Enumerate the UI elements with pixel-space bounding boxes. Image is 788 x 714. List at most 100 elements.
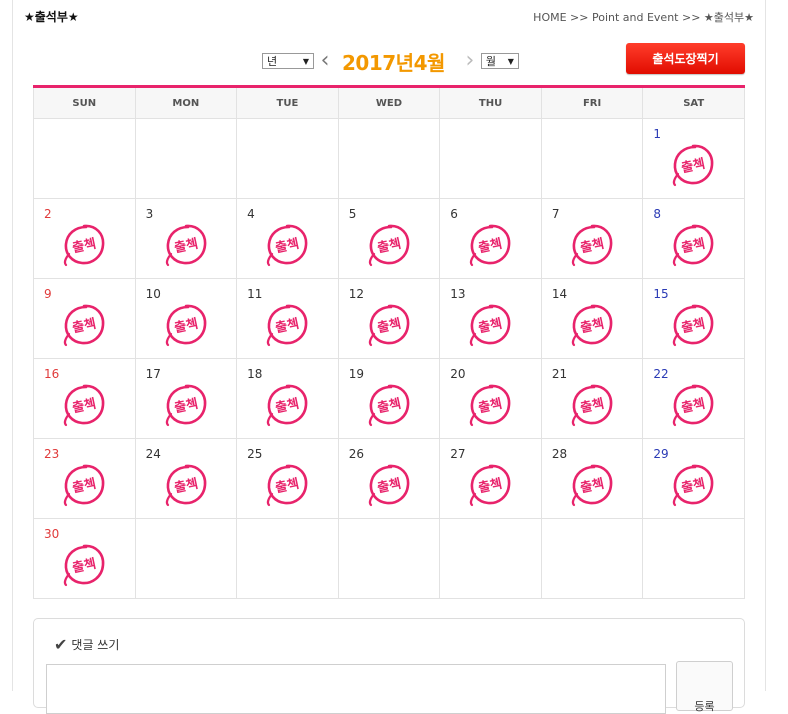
- attendance-stamp-icon: 출첵: [267, 464, 308, 507]
- calendar-empty-cell: [337, 118, 441, 199]
- attendance-stamp-icon: 출첵: [165, 384, 206, 427]
- calendar-day-cell[interactable]: 11 출첵: [236, 278, 339, 359]
- calendar-body: 1 출첵 2 출첵 3 출첵 4 출첵 5 출첵 6 출첵 7 출첵 8 출첵 9 출첵 10 출첵 11 출첵 12 출첵 1…: [33, 118, 745, 599]
- stamp-label: 출첵: [172, 236, 199, 257]
- day-number: 18: [247, 367, 263, 381]
- day-number: 27: [450, 447, 466, 461]
- day-number: 29: [653, 447, 669, 461]
- calendar-day-cell[interactable]: 6 출첵: [439, 198, 542, 279]
- attendance-stamp-icon: 출첵: [571, 464, 613, 507]
- calendar-empty-cell: [540, 118, 644, 199]
- attendance-stamp-icon: 출첵: [368, 224, 409, 267]
- calendar-day-cell[interactable]: 25 출첵: [236, 438, 339, 519]
- comment-panel: ✔ 댓글 쓰기 등록: [33, 618, 745, 714]
- calendar-day-cell[interactable]: 8 출첵: [642, 198, 745, 279]
- calendar-day-cell[interactable]: 23 출첵: [33, 438, 136, 519]
- chevron-right-icon[interactable]: ›: [459, 50, 481, 72]
- calendar-day-cell[interactable]: 26 출첵: [337, 438, 441, 519]
- calendar-week-row: 23 출첵 24 출첵 25 출첵 26 출첵 27 출첵 28 출첵 29 출첵: [33, 438, 745, 519]
- attendance-stamp-icon: 출첵: [571, 224, 613, 267]
- stamp-label: 출첵: [579, 396, 606, 417]
- calendar-empty-cell: [439, 118, 542, 199]
- triangle-down-icon: ▼: [302, 56, 309, 66]
- calendar-day-cell[interactable]: 19 출첵: [337, 358, 441, 439]
- day-number: 19: [348, 367, 364, 381]
- stamp-label: 출첵: [477, 396, 504, 417]
- day-number: 8: [653, 207, 662, 221]
- calendar-day-cell[interactable]: 29 출첵: [642, 438, 745, 519]
- calendar-empty-cell: [134, 518, 238, 599]
- comment-textarea[interactable]: [46, 664, 666, 714]
- stamp-label: 출첵: [477, 476, 504, 497]
- stamp-label: 출첵: [579, 476, 606, 497]
- calendar-day-cell[interactable]: 12 출첵: [337, 278, 441, 359]
- calendar-day-cell[interactable]: 27 출첵: [439, 438, 542, 519]
- stamp-label: 출첵: [376, 476, 403, 497]
- attendance-stamp-icon: 출첵: [165, 304, 206, 347]
- calendar-empty-cell: [236, 118, 339, 199]
- attendance-stamp-icon: 출첵: [63, 224, 105, 267]
- attend-stamp-button[interactable]: 출석도장찍기: [626, 43, 745, 74]
- stamp-label: 출첵: [71, 316, 98, 337]
- calendar-day-cell[interactable]: 24 출첵: [134, 438, 238, 519]
- stamp-label: 출첵: [71, 476, 98, 497]
- calendar-day-cell[interactable]: 20 출첵: [439, 358, 542, 439]
- calendar-day-cell[interactable]: 2 출첵: [33, 198, 136, 279]
- stamp-label: 출첵: [680, 156, 707, 177]
- day-number: 12: [348, 287, 364, 301]
- day-number: 21: [551, 367, 568, 381]
- page-title: ★출석부★: [24, 10, 79, 24]
- attendance-stamp-icon: 출첵: [571, 384, 613, 427]
- calendar-day-cell[interactable]: 1 출첵: [642, 118, 745, 199]
- weekday-tue: TUE: [236, 86, 339, 119]
- calendar-day-cell[interactable]: 14 출첵: [540, 278, 644, 359]
- calendar-day-cell[interactable]: 22 출첵: [642, 358, 745, 439]
- calendar-day-cell[interactable]: 30 출첵: [33, 518, 136, 599]
- day-number: 11: [247, 287, 263, 301]
- calendar-day-cell[interactable]: 13 출첵: [439, 278, 542, 359]
- calendar-day-cell[interactable]: 15 출첵: [642, 278, 745, 359]
- month-select[interactable]: 월 ▼: [480, 53, 519, 69]
- day-number: 17: [145, 367, 161, 381]
- day-number: 28: [551, 447, 568, 461]
- calendar-empty-cell: [540, 518, 644, 599]
- calendar-empty-cell: [134, 118, 238, 199]
- attendance-stamp-icon: 출첵: [673, 224, 714, 267]
- year-select[interactable]: 년 ▼: [262, 53, 314, 69]
- day-number: 22: [653, 367, 669, 381]
- attendance-stamp-icon: 출첵: [267, 384, 308, 427]
- calendar-day-cell[interactable]: 5 출첵: [337, 198, 441, 279]
- attendance-stamp-icon: 출첵: [673, 144, 714, 187]
- calendar-day-cell[interactable]: 3 출첵: [134, 198, 238, 279]
- stamp-label: 출첵: [680, 396, 707, 417]
- comment-submit-button[interactable]: 등록: [676, 661, 733, 713]
- calendar-empty-cell: [33, 118, 136, 199]
- weekday-sat: SAT: [642, 86, 745, 119]
- attendance-stamp-icon: 출첵: [673, 304, 714, 347]
- calendar-day-cell[interactable]: 16 출첵: [33, 358, 136, 439]
- calendar-day-cell[interactable]: 17 출첵: [134, 358, 238, 439]
- day-number: 15: [653, 287, 669, 301]
- calendar-day-cell[interactable]: 21 출첵: [540, 358, 644, 439]
- day-number: 6: [450, 207, 458, 221]
- calendar-week-row: 2 출첵 3 출첵 4 출첵 5 출첵 6 출첵 7 출첵 8 출첵: [33, 198, 745, 279]
- calendar-day-cell[interactable]: 10 출첵: [134, 278, 238, 359]
- attendance-stamp-icon: 출첵: [368, 304, 409, 347]
- attendance-stamp-icon: 출첵: [63, 544, 105, 587]
- stamp-label: 출첵: [71, 236, 98, 257]
- calendar-day-cell[interactable]: 18 출첵: [236, 358, 339, 439]
- attendance-stamp-icon: 출첵: [63, 304, 105, 347]
- current-month-title: 2017년4월: [342, 50, 445, 75]
- day-number: 2: [44, 207, 52, 221]
- calendar-day-cell[interactable]: 28 출첵: [540, 438, 644, 519]
- attendance-stamp-icon: 출첵: [63, 384, 105, 427]
- day-number: 9: [44, 287, 52, 301]
- chevron-left-icon[interactable]: ‹: [314, 50, 336, 72]
- attendance-stamp-icon: 출첵: [267, 224, 308, 267]
- calendar-day-cell[interactable]: 9 출첵: [33, 278, 136, 359]
- calendar-day-cell[interactable]: 7 출첵: [540, 198, 644, 279]
- day-number: 7: [551, 207, 560, 221]
- calendar-day-cell[interactable]: 4 출첵: [236, 198, 339, 279]
- day-number: 23: [44, 447, 60, 461]
- attendance-stamp-icon: 출첵: [63, 464, 105, 507]
